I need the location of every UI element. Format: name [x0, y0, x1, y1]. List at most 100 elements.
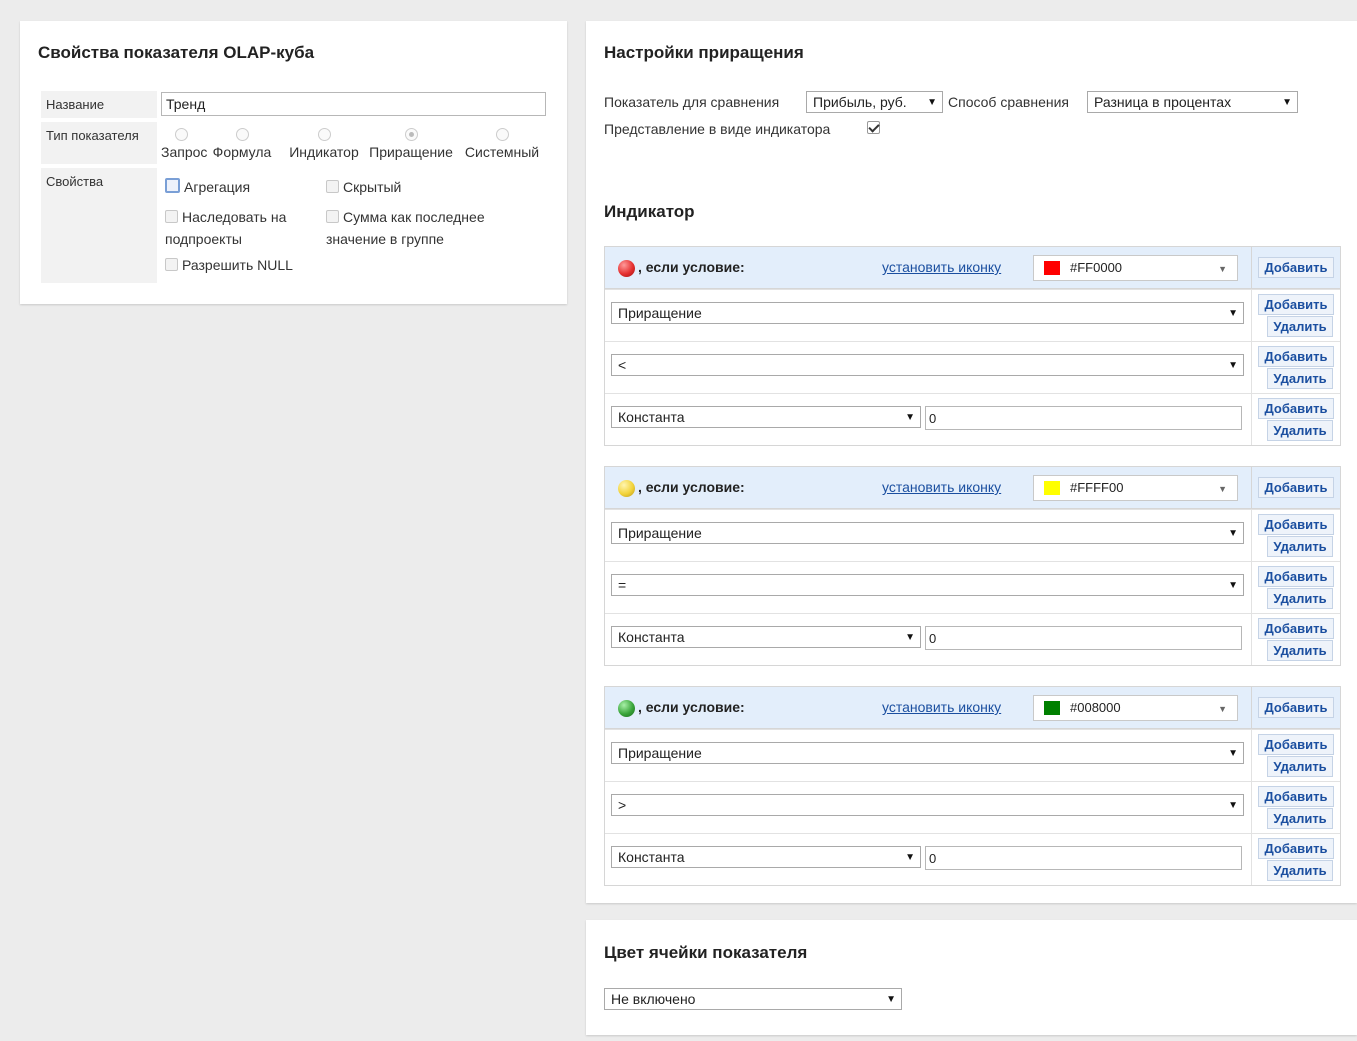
add-button[interactable]: Добавить: [1258, 786, 1334, 807]
chevron-down-icon: ▼: [1218, 484, 1227, 494]
operator-select[interactable]: > ▼: [611, 794, 1244, 816]
add-condition-button[interactable]: Добавить: [1258, 477, 1334, 498]
indicator-condition-red: , если условие: установить иконку #FF000…: [604, 246, 1341, 446]
operator-select[interactable]: = ▼: [611, 574, 1244, 596]
delete-button[interactable]: Удалить: [1267, 316, 1333, 337]
delete-button[interactable]: Удалить: [1267, 860, 1333, 881]
type-option-increment[interactable]: Приращение: [365, 128, 457, 160]
yellow-ball-icon: [618, 480, 635, 497]
chevron-down-icon: ▼: [1282, 97, 1292, 108]
add-condition-button[interactable]: Добавить: [1258, 697, 1334, 718]
inherit-checkbox[interactable]: [165, 210, 178, 223]
compare-select[interactable]: Прибыль, руб. ▼: [806, 91, 943, 113]
as-indicator-checkbox[interactable]: [867, 121, 880, 134]
delete-button[interactable]: Удалить: [1267, 536, 1333, 557]
add-condition-button[interactable]: Добавить: [1258, 257, 1334, 278]
chevron-down-icon: ▼: [1228, 308, 1238, 319]
type-label: Тип показателя: [41, 122, 157, 164]
red-ball-icon: [618, 260, 635, 277]
type-option-indicator[interactable]: Индикатор: [283, 128, 365, 160]
aggregation-checkbox[interactable]: [165, 178, 180, 193]
indicator-condition-green: , если условие: установить иконку #00800…: [604, 686, 1341, 886]
operand-value-input[interactable]: [925, 406, 1242, 430]
color-picker[interactable]: #008000 ▼: [1033, 695, 1238, 721]
condition-label: , если условие:: [638, 699, 745, 715]
add-button[interactable]: Добавить: [1258, 566, 1334, 587]
add-button[interactable]: Добавить: [1258, 514, 1334, 535]
condition-label: , если условие:: [638, 259, 745, 275]
set-icon-link[interactable]: установить иконку: [882, 259, 1001, 275]
color-swatch: [1044, 481, 1060, 495]
condition-label: , если условие:: [638, 479, 745, 495]
chevron-down-icon: ▼: [1228, 360, 1238, 371]
field-select[interactable]: Приращение ▼: [611, 522, 1244, 544]
delete-button[interactable]: Удалить: [1267, 368, 1333, 389]
cell-color-panel: Цвет ячейки показателя Не включено ▼: [586, 920, 1357, 1035]
hidden-option[interactable]: Скрытый: [326, 176, 401, 198]
delete-button[interactable]: Удалить: [1267, 420, 1333, 441]
color-picker[interactable]: #FF0000 ▼: [1033, 255, 1238, 281]
operand-type-select[interactable]: Константа ▼: [611, 626, 921, 648]
cell-color-select[interactable]: Не включено ▼: [604, 988, 902, 1010]
allow-null-option[interactable]: Разрешить NULL: [165, 254, 293, 276]
add-button[interactable]: Добавить: [1258, 398, 1334, 419]
sum-last-checkbox[interactable]: [326, 210, 339, 223]
name-label: Название: [41, 91, 157, 118]
chevron-down-icon: ▼: [1218, 264, 1227, 274]
aggregation-option[interactable]: Агрегация: [165, 176, 250, 198]
as-indicator-label: Представление в виде индикатора: [604, 121, 831, 137]
indicator-condition-yellow: , если условие: установить иконку #FFFF0…: [604, 466, 1341, 666]
inherit-option[interactable]: Наследовать на подпроекты: [165, 206, 325, 250]
add-button[interactable]: Добавить: [1258, 734, 1334, 755]
type-option-formula[interactable]: Формула: [201, 128, 283, 160]
cell-color-title: Цвет ячейки показателя: [604, 943, 808, 962]
add-button[interactable]: Добавить: [1258, 618, 1334, 639]
operand-value-input[interactable]: [925, 626, 1242, 650]
color-picker[interactable]: #FFFF00 ▼: [1033, 475, 1238, 501]
operator-select[interactable]: < ▼: [611, 354, 1244, 376]
olap-properties-panel: Свойства показателя OLAP-куба Название Т…: [20, 21, 567, 304]
type-radio-query[interactable]: [174, 128, 188, 141]
delete-button[interactable]: Удалить: [1267, 640, 1333, 661]
type-option-system[interactable]: Системный: [457, 128, 547, 160]
chevron-down-icon: ▼: [905, 632, 915, 643]
green-ball-icon: [618, 700, 635, 717]
chevron-down-icon: ▼: [927, 97, 937, 108]
add-button[interactable]: Добавить: [1258, 346, 1334, 367]
type-radio-increment[interactable]: [404, 128, 418, 141]
add-button[interactable]: Добавить: [1258, 838, 1334, 859]
allow-null-checkbox[interactable]: [165, 258, 178, 271]
set-icon-link[interactable]: установить иконку: [882, 699, 1001, 715]
chevron-down-icon: ▼: [1228, 580, 1238, 591]
type-radio-indicator[interactable]: [317, 128, 331, 141]
chevron-down-icon: ▼: [905, 412, 915, 423]
olap-properties-title: Свойства показателя OLAP-куба: [38, 43, 315, 62]
set-icon-link[interactable]: установить иконку: [882, 479, 1001, 495]
method-select[interactable]: Разница в процентах ▼: [1087, 91, 1298, 113]
props-label: Свойства: [41, 168, 157, 283]
chevron-down-icon: ▼: [1228, 748, 1238, 759]
compare-label: Показатель для сравнения: [604, 94, 780, 110]
operand-type-select[interactable]: Константа ▼: [611, 846, 921, 868]
operand-value-input[interactable]: [925, 846, 1242, 870]
field-select[interactable]: Приращение ▼: [611, 302, 1244, 324]
type-radio-formula[interactable]: [235, 128, 249, 141]
chevron-down-icon: ▼: [1218, 704, 1227, 714]
add-button[interactable]: Добавить: [1258, 294, 1334, 315]
delete-button[interactable]: Удалить: [1267, 808, 1333, 829]
name-input[interactable]: [161, 92, 546, 116]
hidden-checkbox[interactable]: [326, 180, 339, 193]
chevron-down-icon: ▼: [1228, 528, 1238, 539]
chevron-down-icon: ▼: [886, 994, 896, 1005]
color-swatch: [1044, 701, 1060, 715]
method-label: Способ сравнения: [948, 94, 1069, 110]
color-swatch: [1044, 261, 1060, 275]
sum-last-option[interactable]: Сумма как последнее значение в группе: [326, 206, 541, 250]
delete-button[interactable]: Удалить: [1267, 588, 1333, 609]
operand-type-select[interactable]: Константа ▼: [611, 406, 921, 428]
increment-title: Настройки приращения: [604, 43, 804, 62]
type-radio-system[interactable]: [495, 128, 509, 141]
field-select[interactable]: Приращение ▼: [611, 742, 1244, 764]
delete-button[interactable]: Удалить: [1267, 756, 1333, 777]
type-option-query[interactable]: Запрос: [161, 128, 207, 160]
